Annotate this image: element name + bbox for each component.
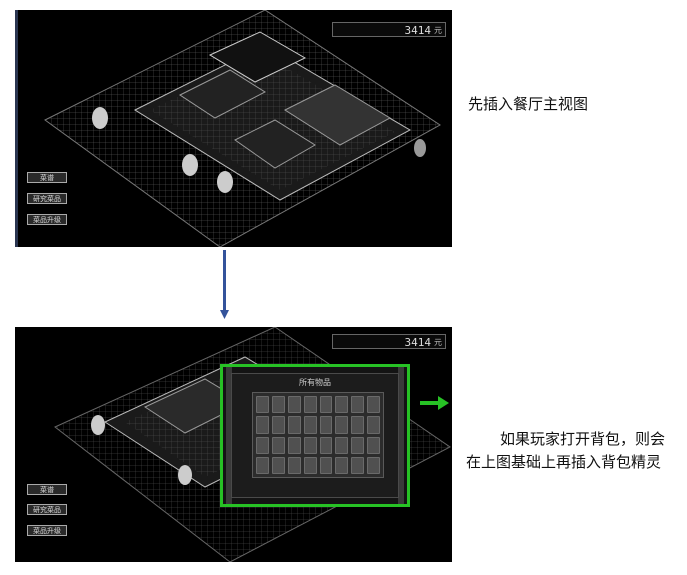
restaurant-main-view: 3414 元 菜谱 研究菜品 菜品升级 — [15, 10, 452, 247]
menu-button-upgrade-2[interactable]: 菜品升级 — [27, 525, 67, 536]
bag-slot[interactable] — [271, 436, 285, 454]
score-display: 3414 元 — [332, 22, 446, 37]
bag-slot[interactable] — [351, 416, 365, 434]
bag-slot[interactable] — [367, 396, 380, 414]
menu-button-research[interactable]: 研究菜品 — [27, 193, 67, 204]
score-value: 3414 — [404, 24, 432, 37]
bag-slot[interactable] — [367, 416, 380, 434]
bag-slot[interactable] — [335, 416, 349, 434]
menu-button-upgrade[interactable]: 菜品升级 — [27, 214, 67, 225]
bag-slot[interactable] — [287, 436, 301, 454]
restaurant-bag-view: 3414 元 菜谱 研究菜品 菜品升级 所有物品 — [15, 327, 452, 562]
bag-slot[interactable] — [303, 436, 317, 454]
score-unit: 元 — [434, 26, 442, 35]
bag-slot[interactable] — [319, 396, 333, 414]
bag-slot[interactable] — [335, 396, 349, 414]
backpack-panel[interactable]: 所有物品 — [220, 364, 410, 507]
bag-slot[interactable] — [271, 456, 285, 474]
restaurant-isometric-scene — [44, 10, 441, 247]
bag-slot[interactable] — [303, 416, 317, 434]
left-edge-bar — [15, 10, 18, 247]
bag-slot[interactable] — [256, 456, 269, 474]
bag-slot[interactable] — [287, 396, 301, 414]
bag-slot[interactable] — [351, 436, 365, 454]
bag-slot[interactable] — [256, 416, 269, 434]
bag-title: 所有物品 — [299, 378, 331, 387]
bag-slot[interactable] — [287, 416, 301, 434]
bag-slot[interactable] — [351, 456, 365, 474]
menu-button-research-2[interactable]: 研究菜品 — [27, 504, 67, 515]
arrow-down-icon — [220, 250, 229, 319]
bag-slot[interactable] — [271, 396, 285, 414]
bag-inner-frame: 所有物品 — [231, 373, 399, 498]
menu-button-recipe-2[interactable]: 菜谱 — [27, 484, 67, 495]
bag-slot[interactable] — [335, 436, 349, 454]
menu-button-recipe[interactable]: 菜谱 — [27, 172, 67, 183]
bag-slot[interactable] — [256, 436, 269, 454]
score-display-2: 3414 元 — [332, 334, 446, 349]
bag-slot[interactable] — [303, 456, 317, 474]
score-unit-2: 元 — [434, 338, 442, 347]
score-value-2: 3414 — [404, 336, 432, 349]
bag-slot[interactable] — [303, 396, 317, 414]
bag-slot[interactable] — [319, 416, 333, 434]
bag-slot[interactable] — [287, 456, 301, 474]
bag-slot[interactable] — [351, 396, 365, 414]
bag-slot[interactable] — [367, 436, 380, 454]
bag-slot[interactable] — [271, 416, 285, 434]
bag-slot[interactable] — [319, 436, 333, 454]
bag-slot[interactable] — [335, 456, 349, 474]
bag-slot-grid — [252, 392, 384, 478]
bag-slot[interactable] — [367, 456, 380, 474]
bag-slot[interactable] — [319, 456, 333, 474]
bag-slot[interactable] — [256, 396, 269, 414]
arrow-right-icon — [420, 396, 449, 410]
note-bag-view: 如果玩家打开背包，则会在上图基础上再插入背包精灵 — [466, 430, 666, 471]
note-main-view: 先插入餐厅主视图 — [468, 95, 589, 113]
